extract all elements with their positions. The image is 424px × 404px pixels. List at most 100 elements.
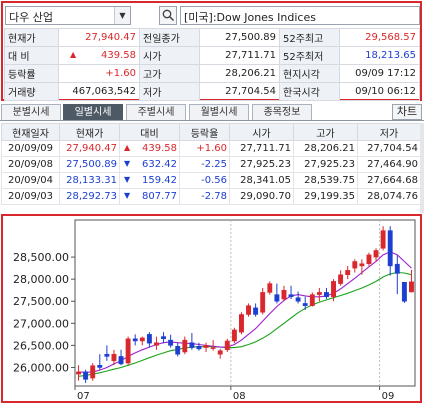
candlestick-chart[interactable]: 28,500.00 28,000.00 27,500.00 27,000.00 26,5… [3,216,420,401]
candle-body [111,353,117,362]
candle-body [302,303,308,306]
prev-close-label: 전일종가 [139,28,200,47]
change-value-cell: ▲ 439.58 [58,46,140,65]
candle-body [132,338,138,342]
table-row[interactable]: 20/09/03 28,292.73 ▼ 807.77 -2.78 29,090.… [1,188,421,205]
week52-high-label: 52주최고 [279,28,340,47]
candle-body [125,338,131,364]
row-change: 807.77 [142,191,177,202]
quote-row: 현재가 27,940.47 전일종가 27,500.89 52주최고 29,56… [4,28,420,47]
high-label: 고가 [139,64,200,83]
change-rate-value: +1.60 [58,64,140,83]
market-select[interactable]: 다우 산업 ▼ [5,6,131,25]
row-low: 27,664.68 [357,172,421,189]
candle-body [224,340,230,351]
quote-row: 거래량 467,063,542 저가 27,704.54 한국시각 09/10 … [4,82,420,101]
daily-quotes-table: 현재일자 현재가 대비 등락율 시가 고가 저가 20/09/09 27,940… [1,123,421,205]
row-low: 28,074.76 [357,188,421,205]
tab-weekly-quotes[interactable]: 주별시세 [126,104,186,120]
candle-body [97,365,103,368]
prev-close-value: 27,500.89 [199,28,280,47]
candle-body [316,292,322,295]
market-select-value: 다우 산업 [9,11,53,24]
col-header-change[interactable]: 대비 [119,123,180,141]
candle-body [146,334,152,344]
candle-body [387,230,393,267]
change-rate-label: 등락률 [4,64,59,83]
col-header-low[interactable]: 저가 [357,123,421,141]
chevron-down-icon[interactable]: ▼ [114,7,130,24]
volume-label: 거래량 [4,82,59,101]
tab-item-info[interactable]: 종목정보 [252,104,312,120]
row-date: 20/09/08 [1,156,60,173]
row-date: 20/09/04 [1,172,60,189]
row-price: 27,940.47 [59,140,120,157]
row-price: 28,133.31 [59,172,120,189]
candle-body [281,289,287,300]
row-open: 27,711.71 [229,140,294,157]
row-high: 27,925.23 [293,156,358,173]
candle-body [324,292,329,298]
tab-daily-quotes[interactable]: 일별시세 [63,104,123,120]
x-tick-label: 07 [77,391,90,401]
col-header-open[interactable]: 시가 [229,123,294,141]
low-label: 저가 [139,82,200,101]
table-row[interactable]: 20/09/04 28,133.31 ▼ 159.42 -0.56 28,341.… [1,172,421,189]
candle-body [253,307,259,315]
korea-time-value: 09/10 06:12 [339,82,420,101]
row-date: 20/09/03 [1,188,60,205]
tab-monthly-quotes[interactable]: 월별시세 [189,104,249,120]
row-date: 20/09/09 [1,140,60,157]
row-change: 439.58 [142,143,177,154]
row-rate: -2.78 [179,188,230,205]
candle-body [295,297,301,302]
y-tick-label: 27,000.00 [13,317,69,330]
symbol-name-field[interactable]: [미국]:Dow Jones Indices [180,6,420,25]
search-icon [162,9,175,22]
candle-body [203,345,209,348]
search-button[interactable] [159,6,177,25]
candle-body [118,356,124,365]
candle-body [83,371,89,380]
low-value: 27,704.54 [199,82,280,101]
down-triangle-icon: ▼ [124,175,131,184]
col-header-price[interactable]: 현재가 [59,123,120,141]
chart-button[interactable]: 차트 [392,104,422,120]
table-row[interactable]: 20/09/08 27,500.89 ▼ 632.42 -2.25 27,925.… [1,156,421,173]
candle-body [175,346,181,355]
col-header-date[interactable]: 현재일자 [1,123,60,141]
candle-body [401,282,407,302]
y-tick-label: 26,000.00 [13,361,69,374]
candle-body [345,270,351,275]
col-header-high[interactable]: 고가 [293,123,358,141]
candle-body [189,342,195,348]
candle-body [373,250,379,258]
col-header-rate[interactable]: 등락율 [179,123,230,141]
local-time-label: 현지시각 [279,64,340,83]
candle-body [196,346,202,350]
row-price: 27,500.89 [59,156,120,173]
table-scrollbar[interactable] [420,123,424,213]
candle-body [338,274,344,284]
row-open: 29,090.70 [229,188,294,205]
change-label: 대 비 [4,46,59,65]
candle-body [210,347,216,349]
quote-table: 현재가 27,940.47 전일종가 27,500.89 52주최고 29,56… [4,28,420,101]
candle-body [217,350,223,355]
up-triangle-icon: ▲ [70,50,77,59]
row-rate: -0.56 [179,172,230,189]
candle-body [352,261,358,269]
quote-row: 대 비 ▲ 439.58 시가 27,711.71 52주최저 18,213.65 [4,46,420,65]
candle-body [260,292,266,313]
row-rate: -2.25 [179,156,230,173]
tab-minute-quotes[interactable]: 분별시세 [1,104,61,120]
row-high: 29,199.35 [293,188,358,205]
down-triangle-icon: ▼ [124,159,131,168]
week52-low-label: 52주최저 [279,46,340,65]
candle-body [274,294,280,302]
candle-body [76,371,81,375]
row-change-cell: ▼ 632.42 [119,156,180,173]
x-tick-label: 09 [382,391,395,401]
table-row[interactable]: 20/09/09 27,940.47 ▲ 439.58 +1.60 27,711.… [1,140,421,157]
up-triangle-icon: ▲ [124,143,131,152]
